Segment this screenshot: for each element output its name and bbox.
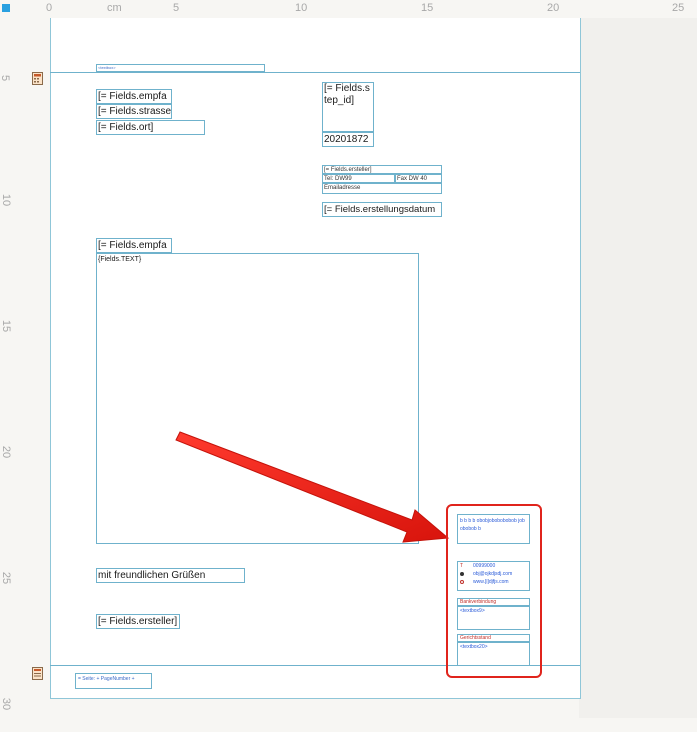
annotation-overlay: [175, 431, 450, 543]
annotation-highlight-box: [446, 504, 542, 678]
annotation-arrow: [175, 431, 450, 543]
bottom-strip: [18, 718, 697, 732]
